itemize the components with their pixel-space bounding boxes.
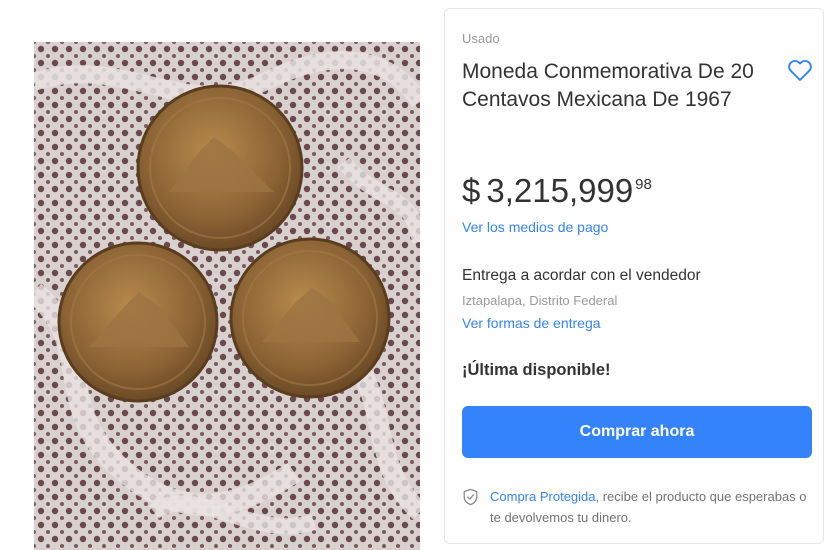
price-currency: $ [462, 172, 481, 209]
favorite-button[interactable] [786, 56, 814, 84]
coin-top [136, 84, 304, 252]
price: $3,215,999 98 [462, 172, 652, 210]
delivery-info: Entrega a acordar con el vendedor [462, 267, 701, 284]
product-image[interactable] [34, 42, 420, 550]
coin-right [229, 237, 391, 399]
buy-box: Usado Moneda Conmemorativa De 20 Centavo… [444, 8, 824, 544]
coins-photo [34, 42, 420, 550]
protected-purchase-link[interactable]: Compra Protegida [490, 489, 596, 504]
product-title: Moneda Conmemorativa De 20 Centavos Mexi… [462, 60, 754, 111]
buy-now-button[interactable]: Comprar ahora [462, 406, 812, 458]
payment-methods-link[interactable]: Ver los medios de pago [462, 219, 608, 235]
purchase-protection: Compra Protegida, recibe el producto que… [462, 486, 807, 528]
shield-check-icon [463, 488, 478, 506]
item-condition: Usado [462, 31, 500, 46]
price-cents: 98 [635, 176, 652, 193]
protection-text: Compra Protegida, recibe el producto que… [490, 486, 807, 528]
stock-status: ¡Última disponible! [462, 361, 611, 379]
coin-left [57, 241, 219, 403]
price-amount: 3,215,999 [486, 172, 634, 209]
seller-location: Iztapalapa, Distrito Federal [462, 293, 618, 308]
heart-icon [788, 59, 812, 81]
delivery-options-link[interactable]: Ver formas de entrega [462, 315, 601, 331]
